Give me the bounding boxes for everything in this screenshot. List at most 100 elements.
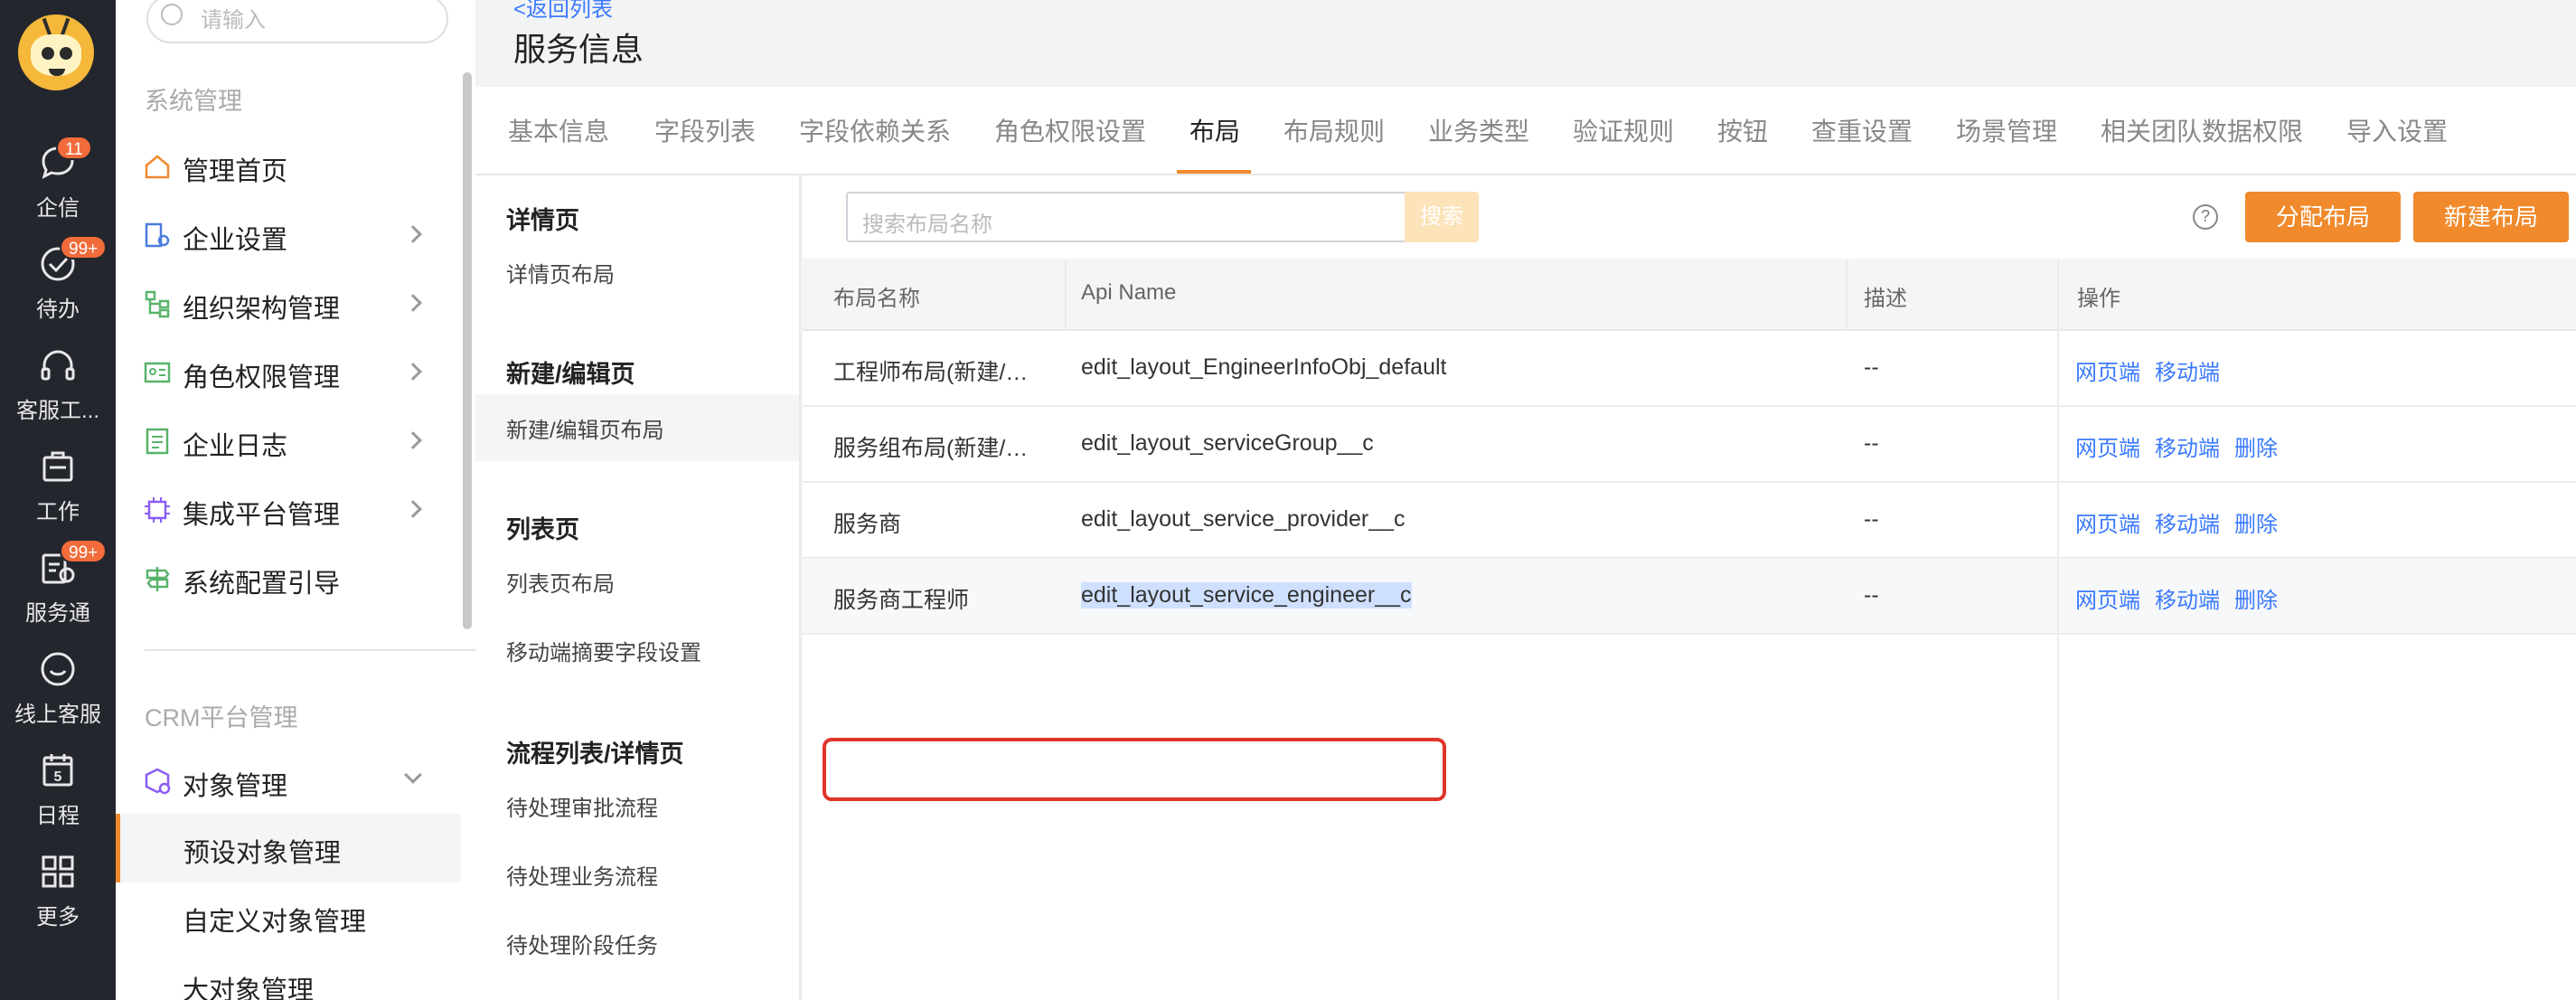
sidebar-item-label: 管理首页: [183, 157, 288, 186]
sidebar-item-label: 企业日志: [183, 432, 288, 461]
menu-item-pending-business-flow[interactable]: 待处理业务流程: [475, 841, 799, 908]
briefcase-icon: [42, 451, 73, 482]
menu-item-detail-layout[interactable]: 详情页布局: [475, 239, 799, 306]
tab-business-types[interactable]: 业务类型: [1428, 112, 1529, 148]
tab-dedup-settings[interactable]: 查重设置: [1811, 112, 1913, 148]
menu-item-pending-approval[interactable]: 待处理审批流程: [475, 772, 799, 839]
menu-item-label: 新建/编辑页布局: [506, 419, 664, 443]
back-to-list-link[interactable]: <返回列表: [513, 0, 613, 23]
help-icon[interactable]: ?: [2193, 204, 2218, 230]
tab-team-data-permissions[interactable]: 相关团队数据权限: [2101, 112, 2303, 148]
mobile-layout-link[interactable]: 移动端: [2155, 430, 2220, 462]
layout-search-input[interactable]: 搜索布局名称: [846, 192, 1415, 242]
web-layout-link[interactable]: 网页端: [2075, 506, 2140, 538]
sidebar-item-label: 组织架构管理: [183, 295, 341, 324]
rail-item-support-desk[interactable]: 客服工...: [0, 344, 116, 434]
menu-item-create-edit-layout[interactable]: 新建/编辑页布局: [475, 394, 799, 461]
mobile-layout-link[interactable]: 移动端: [2155, 506, 2220, 538]
page-title: 服务信息: [513, 31, 644, 68]
tab-scene-management[interactable]: 场景管理: [1956, 112, 2057, 148]
sidebar-item-label: 企业设置: [183, 226, 288, 255]
assign-layout-button[interactable]: 分配布局: [2245, 192, 2401, 242]
chevron-right-icon: [404, 431, 422, 449]
menu-item-label: 详情页布局: [506, 263, 615, 288]
sidebar-item-enterprise-log[interactable]: 企业日志: [116, 409, 450, 472]
web-layout-link[interactable]: 网页端: [2075, 354, 2140, 386]
sidebar-item-admin-home[interactable]: 管理首页: [116, 134, 450, 197]
row-layout-name: 工程师布局(新建/编辑页): [833, 360, 1050, 385]
menu-item-pending-stage-tasks[interactable]: 待处理阶段任务: [475, 910, 799, 976]
tab-buttons[interactable]: 按钮: [1717, 112, 1768, 148]
tab-import-settings[interactable]: 导入设置: [2346, 112, 2448, 148]
rail-label-messages: 企信: [36, 196, 80, 221]
sidebar-item-object-management[interactable]: 对象管理: [116, 749, 450, 812]
menu-item-list-layout[interactable]: 列表页布局: [475, 548, 799, 615]
rail-item-work[interactable]: 工作: [0, 445, 116, 535]
sidebar-item-role-permissions[interactable]: 角色权限管理: [116, 340, 450, 403]
sidebar-item-integration-platform[interactable]: 集成平台管理: [116, 477, 450, 541]
delete-layout-link[interactable]: 删除: [2234, 430, 2278, 462]
menu-item-label: 待处理阶段任务: [506, 934, 658, 958]
tab-role-permissions[interactable]: 角色权限设置: [994, 112, 1146, 148]
row-layout-name: 服务商: [833, 512, 902, 537]
org-chart-icon: [145, 290, 170, 318]
row-api-name: edit_layout_service_provider__c: [1081, 506, 1406, 532]
table-row: 工程师布局(新建/编辑页) edit_layout_EngineerInfoOb…: [803, 331, 2576, 407]
row-description: --: [1864, 430, 1879, 456]
table-row-selected: 服务商工程师 edit_layout_service_engineer__c -…: [803, 559, 2576, 635]
tab-basic-info[interactable]: 基本信息: [508, 112, 609, 148]
cube-settings-icon: [145, 768, 171, 795]
mobile-layout-link[interactable]: 移动端: [2155, 582, 2220, 614]
rail-label-support-desk: 客服工...: [15, 399, 99, 423]
tab-layout[interactable]: 布局: [1189, 112, 1240, 148]
new-layout-button[interactable]: 新建布局: [2413, 192, 2569, 242]
calendar-icon: 5: [42, 754, 73, 787]
rail-item-online-support[interactable]: 线上客服: [0, 647, 116, 738]
row-layout-name: 服务组布局(新建/编辑页): [833, 436, 1050, 461]
rail-item-messages[interactable]: 11 企信: [0, 136, 116, 231]
grid-icon: [42, 855, 74, 888]
column-header-name: 布局名称: [833, 287, 920, 311]
sidebar-item-enterprise-settings[interactable]: 企业设置: [116, 203, 450, 266]
row-api-name: edit_layout_serviceGroup__c: [1081, 430, 1374, 456]
chevron-down-icon: [404, 766, 422, 784]
tab-field-dependencies[interactable]: 字段依赖关系: [799, 112, 951, 148]
delete-layout-link[interactable]: 删除: [2234, 582, 2278, 614]
row-api-name-selected-text: edit_layout_service_engineer__c: [1081, 582, 1412, 608]
delete-layout-link[interactable]: 删除: [2234, 506, 2278, 538]
table-header: 布局名称 Api Name 描述 操作: [803, 259, 2576, 331]
web-layout-link[interactable]: 网页端: [2075, 582, 2140, 614]
menu-item-mobile-summary-fields[interactable]: 移动端摘要字段设置: [475, 617, 799, 684]
rail-item-calendar[interactable]: 5 日程: [0, 749, 116, 839]
admin-sidebar: 请输入 系统管理 管理首页 企业设置 组织架构管理 角色权限管理 企业日志 集成…: [116, 0, 550, 1000]
sidebar-scrollbar[interactable]: [463, 72, 472, 629]
column-divider: [2057, 259, 2059, 1000]
calendar-day-number: 5: [54, 769, 62, 785]
rail-item-todo[interactable]: 99+ 待办: [0, 235, 116, 333]
sidebar-item-large-objects[interactable]: 大对象管理: [116, 951, 461, 1000]
tab-layout-rules[interactable]: 布局规则: [1283, 112, 1385, 148]
chevron-right-icon: [404, 363, 422, 381]
tab-field-list[interactable]: 字段列表: [654, 112, 756, 148]
app-logo-bee[interactable]: [18, 14, 94, 90]
sidebar-subitem-label: 预设对象管理: [183, 839, 342, 868]
rail-item-service[interactable]: 99+ 服务通: [0, 539, 116, 637]
chevron-right-icon: [404, 294, 422, 312]
sidebar-item-label: 角色权限管理: [183, 363, 341, 392]
table-row: 服务商 edit_layout_service_provider__c -- 网…: [803, 483, 2576, 559]
mobile-layout-link[interactable]: 移动端: [2155, 354, 2220, 386]
layout-search-button[interactable]: 搜索: [1405, 192, 1479, 242]
web-layout-link[interactable]: 网页端: [2075, 430, 2140, 462]
sidebar-item-config-guide[interactable]: 系统配置引导: [116, 546, 450, 609]
sidebar-item-org-structure[interactable]: 组织架构管理: [116, 271, 450, 335]
sidebar-search-input[interactable]: 请输入: [146, 0, 448, 43]
sidebar-item-preset-objects[interactable]: 预设对象管理: [116, 814, 461, 882]
todo-badge: 99+: [60, 235, 108, 259]
chip-icon: [145, 497, 170, 523]
rail-label-calendar: 日程: [36, 804, 80, 828]
rail-item-more[interactable]: 更多: [0, 850, 116, 940]
tab-validation-rules[interactable]: 验证规则: [1573, 112, 1674, 148]
column-header-api-name: Api Name: [1081, 280, 1177, 305]
sidebar-item-custom-objects[interactable]: 自定义对象管理: [116, 882, 461, 951]
column-divider: [1065, 259, 1067, 331]
